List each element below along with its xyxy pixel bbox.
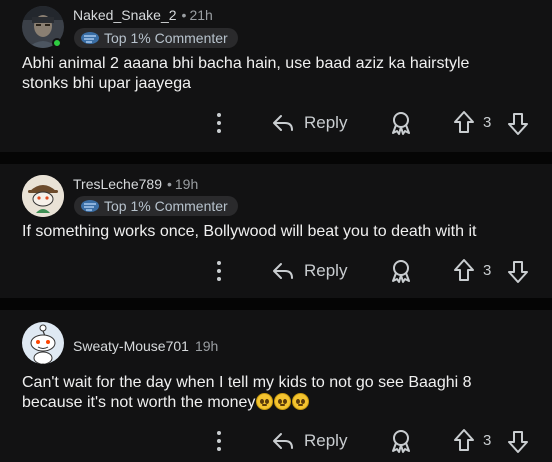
comment-body: Abhi animal 2 aaana bhi bacha hain, use … — [22, 54, 532, 94]
award-icon[interactable] — [388, 258, 414, 284]
upvote-icon[interactable] — [452, 428, 476, 454]
online-status-icon — [52, 38, 62, 48]
reply-button[interactable]: Reply — [272, 426, 347, 456]
downvote-icon[interactable] — [506, 110, 530, 136]
comment-separator — [0, 298, 552, 310]
comment-header: Sweaty-Mouse701 19h — [73, 338, 218, 354]
comment-body: Can't wait for the day when I tell my ki… — [22, 373, 532, 413]
comment-header: Naked_Snake_2 • 21h — [73, 7, 213, 23]
vote-score: 3 — [483, 432, 492, 449]
reply-label: Reply — [304, 431, 348, 450]
comment-separator — [0, 152, 552, 164]
reply-arrow-icon — [273, 433, 293, 449]
timestamp: 19h — [194, 338, 219, 354]
downvote-icon[interactable] — [506, 428, 530, 454]
pleading-face-emoji-icon — [292, 393, 310, 410]
downvote-icon[interactable] — [506, 258, 530, 284]
comment-actions: Reply 3 — [0, 426, 552, 456]
more-options-icon[interactable] — [213, 259, 225, 283]
upvote-icon[interactable] — [452, 110, 476, 136]
comment-actions: Reply 3 — [0, 108, 552, 138]
comment-body: If something works once, Bollywood will … — [22, 222, 532, 242]
comment-text-line: Can't wait for the day when I tell my ki… — [22, 374, 472, 391]
comment-3: Sweaty-Mouse701 19h Can't wait for the da… — [0, 310, 552, 462]
reply-arrow-icon — [273, 263, 293, 279]
comment-text-line: Abhi animal 2 aaana bhi bacha hain, use … — [22, 55, 470, 72]
top-commenter-badge: Top 1% Commenter — [74, 28, 238, 48]
award-icon[interactable] — [388, 428, 414, 454]
pleading-face-emoji-icon — [256, 393, 274, 410]
reply-label: Reply — [304, 113, 348, 132]
reply-button[interactable]: Reply — [272, 256, 347, 286]
more-options-icon[interactable] — [213, 111, 225, 135]
vote-score: 3 — [483, 262, 492, 279]
reply-arrow-icon — [273, 115, 293, 131]
upvote-icon[interactable] — [452, 258, 476, 284]
more-options-icon[interactable] — [213, 429, 225, 453]
avatar[interactable] — [22, 322, 64, 364]
reply-button[interactable]: Reply — [272, 108, 347, 138]
comment-text-line-2: because it's not worth the money — [22, 393, 532, 413]
timestamp: 19h — [174, 176, 199, 192]
commenter-badge-icon — [81, 200, 99, 212]
reply-label: Reply — [304, 261, 348, 280]
timestamp: 21h — [189, 7, 213, 23]
badge-label: Top 1% Commenter — [104, 30, 228, 46]
comment-text-line: stonks bhi upar jaayega — [22, 75, 191, 92]
comment-actions: Reply 3 — [0, 256, 552, 286]
comment-header: TresLeche789 • 19h — [73, 176, 199, 192]
comment-text-line: because it's not worth the money — [22, 394, 256, 411]
username[interactable]: Sweaty-Mouse701 — [73, 338, 189, 354]
comment-text-line: If something works once, Bollywood will … — [22, 223, 477, 240]
top-commenter-badge: Top 1% Commenter — [74, 196, 238, 216]
commenter-badge-icon — [81, 32, 99, 44]
badge-label: Top 1% Commenter — [104, 198, 228, 214]
username[interactable]: Naked_Snake_2 — [73, 7, 177, 23]
pleading-face-emoji-icon — [274, 393, 292, 410]
award-icon[interactable] — [388, 110, 414, 136]
vote-score: 3 — [483, 114, 492, 131]
comment-2: TresLeche789 • 19h Top 1% Commenter If som… — [0, 164, 552, 298]
username[interactable]: TresLeche789 — [73, 176, 162, 192]
comment-1: Naked_Snake_2 • 21h Top 1% Commenter Abhi … — [0, 0, 552, 152]
avatar[interactable] — [22, 175, 64, 217]
